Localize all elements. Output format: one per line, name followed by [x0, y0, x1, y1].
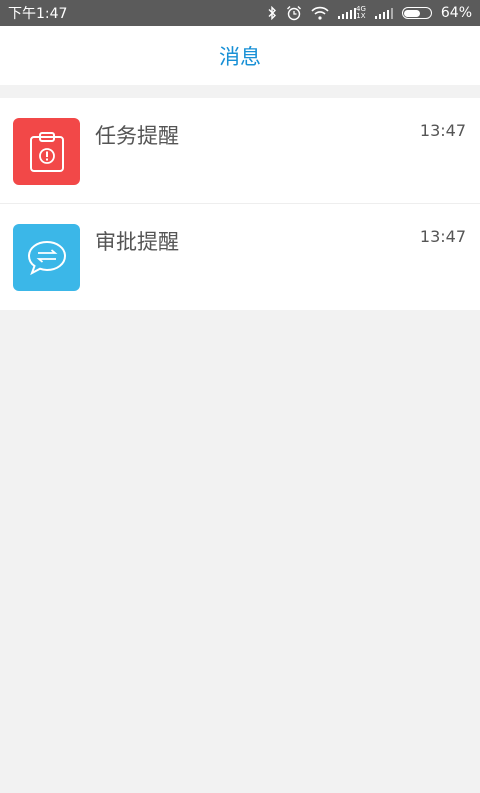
- message-list: 任务提醒 13:47 审批提醒 13:47: [0, 98, 480, 310]
- status-icons: 4G 1X 64%: [267, 5, 472, 21]
- page-title: 消息: [219, 44, 261, 69]
- battery-percent: 64%: [440, 5, 472, 21]
- alarm-icon: [286, 5, 302, 21]
- battery-level: [404, 9, 421, 17]
- signal-icon: [374, 5, 393, 21]
- page-header: 消息: [0, 26, 480, 85]
- message-time: 13:47: [419, 121, 466, 140]
- clipboard-alert-icon: [13, 118, 80, 185]
- status-bar: 下午1:47 4G 1X 64%: [0, 0, 480, 26]
- chat-transfer-icon: [13, 224, 80, 291]
- message-title: 任务提醒: [95, 124, 179, 148]
- bluetooth-icon: [267, 5, 277, 21]
- wifi-icon: [311, 5, 329, 21]
- section-gap: [0, 85, 480, 98]
- message-item-approval-reminder[interactable]: 审批提醒 13:47: [0, 204, 480, 310]
- message-time: 13:47: [419, 227, 466, 246]
- message-title: 审批提醒: [95, 230, 179, 254]
- message-item-task-reminder[interactable]: 任务提醒 13:47: [0, 98, 480, 204]
- signal-icon: 4G 1X: [337, 5, 366, 21]
- network-type-label: 4G 1X: [355, 5, 366, 20]
- status-time: 下午1:47: [8, 6, 68, 22]
- battery-icon: [401, 7, 432, 19]
